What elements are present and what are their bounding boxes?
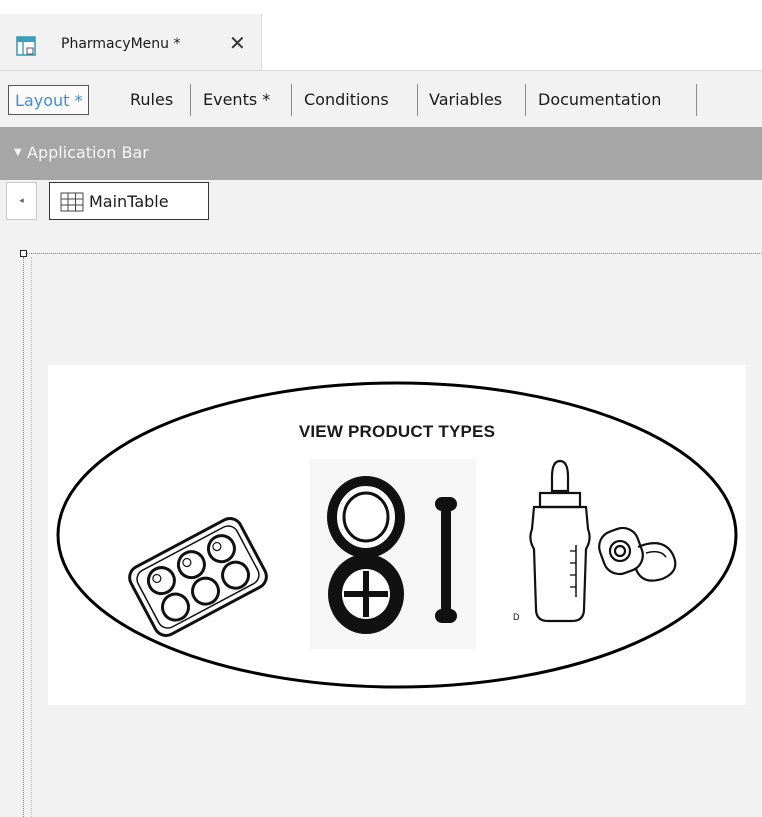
document-tab-strip: PharmacyMenu * ✕: [0, 0, 762, 71]
table-resize-handle[interactable]: [20, 250, 27, 257]
design-canvas[interactable]: D VIEW PRODUCT TYPES: [0, 232, 762, 817]
collapse-caret-icon[interactable]: ▼: [14, 147, 22, 158]
close-icon[interactable]: ✕: [229, 33, 246, 53]
pill-blister-icon: [128, 517, 268, 637]
baby-bottle-icon: [529, 459, 591, 623]
product-types-image[interactable]: D VIEW PRODUCT TYPES: [48, 365, 746, 705]
image-caption: VIEW PRODUCT TYPES: [298, 422, 496, 441]
document-tab-title: PharmacyMenu *: [61, 36, 181, 52]
tab-separator: [525, 84, 526, 116]
tab-documentation[interactable]: Documentation: [532, 85, 667, 115]
table-grid-icon: [60, 192, 84, 216]
breadcrumb-item-maintable[interactable]: MainTable: [49, 182, 209, 220]
web-panel-icon: [16, 36, 36, 60]
application-bar[interactable]: ▼ Application Bar: [0, 127, 762, 180]
small-mark: D: [513, 612, 520, 622]
part-tabs: Layout * Rules Events * Conditions Varia…: [0, 71, 762, 127]
pacifier-icon: [598, 526, 677, 582]
breadcrumb: ◂ MainTable: [0, 180, 762, 232]
tab-separator: [291, 84, 292, 116]
table-left-border: [23, 257, 24, 817]
cosmetics-compact-icon: [310, 459, 476, 649]
application-bar-label: Application Bar: [27, 143, 149, 162]
tab-variables[interactable]: Variables: [423, 85, 508, 115]
tab-separator: [417, 84, 418, 116]
table-left-border-inner: [31, 257, 32, 817]
tab-rules[interactable]: Rules: [124, 85, 179, 115]
tab-layout[interactable]: Layout *: [8, 85, 90, 115]
tab-events[interactable]: Events *: [197, 85, 276, 115]
breadcrumb-item-label: MainTable: [89, 192, 169, 211]
tab-conditions[interactable]: Conditions: [298, 85, 395, 115]
product-types-illustration: D: [56, 381, 738, 689]
tab-separator: [190, 84, 191, 116]
tab-separator: [696, 84, 697, 116]
breadcrumb-back-button[interactable]: ◂: [6, 182, 37, 220]
table-top-border: [27, 253, 762, 254]
document-tab[interactable]: PharmacyMenu * ✕: [0, 14, 262, 70]
